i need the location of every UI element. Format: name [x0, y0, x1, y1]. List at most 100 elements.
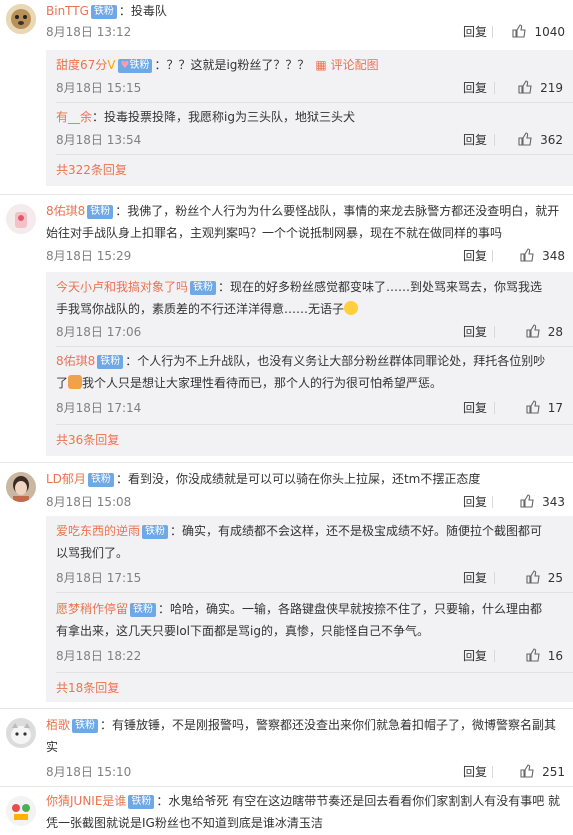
more-replies-link[interactable]: 共322条回复: [56, 160, 127, 180]
like-button[interactable]: 251: [520, 762, 565, 782]
like-count: 17: [547, 401, 563, 415]
timestamp: 8月18日 17:14: [56, 401, 142, 415]
like-count: 16: [547, 649, 563, 663]
like-button[interactable]: 1040: [512, 22, 565, 42]
divider: [0, 786, 573, 787]
like-button[interactable]: 362: [518, 130, 563, 150]
fan-badge[interactable]: 铁粉: [72, 719, 99, 733]
like-button[interactable]: 348: [520, 246, 565, 266]
username[interactable]: 有__余: [56, 110, 92, 124]
thumbs-up-icon: [518, 132, 532, 146]
like-button[interactable]: 343: [520, 492, 565, 512]
timestamp: 8月18日 17:06: [56, 325, 142, 339]
fan-badge[interactable]: 铁粉: [97, 355, 124, 369]
more-replies-link[interactable]: 共36条回复: [56, 430, 119, 450]
like-count: 1040: [534, 25, 565, 39]
reply-box: 爱吃东西的逆雨 铁粉 ：确实，有成绩都不会这样，还不是极宝成绩不好。随便拉个截图都可…: [46, 516, 573, 702]
username[interactable]: BinTTG: [46, 4, 89, 18]
reply-button[interactable]: 回复: [463, 22, 487, 42]
reply-text: ：投毒投票投降，我愿称ig为三头队，地狱三头犬: [92, 110, 355, 124]
divider: [494, 134, 495, 146]
reply-button[interactable]: 回复: [463, 130, 487, 150]
username[interactable]: 今天小卢和我搞对象了吗: [56, 280, 188, 294]
divider: [0, 708, 573, 709]
divider: [492, 26, 493, 38]
username[interactable]: LD郁月: [46, 472, 86, 486]
timestamp: 8月18日 15:08: [46, 495, 132, 509]
divider: [56, 154, 573, 155]
reply-button[interactable]: 回复: [463, 762, 487, 782]
reply-box: 甜度67分V ♥铁粉 ：？？这就是ig粉丝了？？？ ▦ 评论配图 8月18日 15:1…: [46, 50, 573, 186]
thumbs-up-icon: [520, 248, 534, 262]
fan-badge[interactable]: 铁粉: [142, 525, 169, 539]
thumbs-up-icon: [526, 570, 540, 584]
like-button[interactable]: 28: [526, 322, 563, 342]
avatar[interactable]: [6, 718, 36, 748]
thumbs-up-icon: [526, 324, 540, 338]
avatar[interactable]: [6, 204, 36, 234]
reply-button[interactable]: 回复: [463, 492, 487, 512]
reply-button[interactable]: 回复: [463, 78, 487, 98]
divider: [56, 672, 573, 673]
like-button[interactable]: 17: [526, 398, 563, 418]
fan-badge[interactable]: 铁粉: [128, 795, 155, 809]
reply-text-continued: 我个人只是想让大家理性看待而已，那个人的行为很可怕希望严惩。: [82, 376, 443, 390]
reply-text: ：？？这就是ig粉丝了？？？: [154, 58, 310, 72]
reply-text: ：哈哈，确实。一输，各路键盘侠早就按捺不住了，只要输，什么理由都: [158, 602, 543, 616]
reply-button[interactable]: 回复: [463, 646, 487, 666]
fan-badge[interactable]: 铁粉: [87, 205, 114, 219]
timestamp: 8月18日 17:15: [56, 571, 142, 585]
reply-text-continued: 以骂我们了。: [56, 546, 129, 560]
username[interactable]: 8佑琪8: [56, 354, 95, 368]
divider: [56, 346, 573, 347]
like-button[interactable]: 219: [518, 78, 563, 98]
like-count: 343: [542, 495, 565, 509]
username[interactable]: 栢歌: [46, 718, 70, 732]
comment-text: ：有锤放锤，不是刚报警吗，警察都还没查出来你们就急着扣帽子了，微博警察名副其: [100, 718, 557, 732]
view-image-link[interactable]: ▦ 评论配图: [315, 58, 378, 72]
more-replies-link[interactable]: 共18条回复: [56, 678, 119, 698]
divider: [0, 194, 573, 195]
reply-text: ：个人行为不上升战队，也没有义务让大部分粉丝群体同罪论处，拜托各位别吵: [125, 354, 546, 368]
avatar[interactable]: [6, 796, 36, 826]
divider: [492, 496, 493, 508]
comment-text: ：我佛了，粉丝个人行为为什么要怪战队，事情的来龙去脉警方都还没查明白，就开: [115, 204, 560, 218]
like-count: 362: [540, 133, 563, 147]
fan-badge[interactable]: 铁粉: [90, 5, 117, 19]
timestamp: 8月18日 18:22: [56, 649, 142, 663]
avatar[interactable]: [6, 472, 36, 502]
divider: [494, 650, 495, 662]
reply-button[interactable]: 回复: [463, 322, 487, 342]
fan-badge[interactable]: ♥铁粉: [117, 59, 153, 73]
reply-text: ：现在的好多粉丝感觉都变味了……到处骂来骂去，你骂我选: [218, 280, 543, 294]
fan-badge[interactable]: 铁粉: [87, 473, 114, 487]
image-icon: ▦: [315, 58, 331, 72]
fan-badge[interactable]: 铁粉: [190, 281, 217, 295]
avatar[interactable]: [6, 4, 36, 34]
sweat-emoji-icon: [344, 301, 359, 315]
username[interactable]: 你猜JUNIE是谁: [46, 794, 126, 808]
like-button[interactable]: 25: [526, 568, 563, 588]
reply-button[interactable]: 回复: [463, 246, 487, 266]
like-button[interactable]: 16: [526, 646, 563, 666]
reply-button[interactable]: 回复: [463, 398, 487, 418]
timestamp: 8月18日 13:54: [56, 133, 142, 147]
reply-text-continued: 了: [56, 376, 69, 390]
username[interactable]: 甜度67分: [56, 58, 107, 72]
divider: [494, 326, 495, 338]
comment-text: ：看到没，你没成绩就是可以可以骑在你头上拉屎，还tm不摆正态度: [115, 472, 481, 486]
divider: [494, 572, 495, 584]
like-count: 348: [542, 249, 565, 263]
username[interactable]: 8佑琪8: [46, 204, 85, 218]
thumbs-up-icon: [512, 24, 527, 38]
timestamp: 8月18日 15:15: [56, 81, 142, 95]
username[interactable]: 爱吃东西的逆雨: [56, 524, 140, 538]
timestamp: 8月18日 13:12: [46, 25, 132, 39]
like-count: 219: [540, 81, 563, 95]
divider: [56, 102, 573, 103]
username[interactable]: 愿梦稍作停留: [56, 602, 128, 616]
fan-badge[interactable]: 铁粉: [130, 603, 157, 617]
thumbs-up-icon: [518, 80, 532, 94]
reply-button[interactable]: 回复: [463, 568, 487, 588]
reply-text-continued: 手我骂你战队的，素质差的不行还洋洋得意……无语子: [56, 302, 345, 316]
